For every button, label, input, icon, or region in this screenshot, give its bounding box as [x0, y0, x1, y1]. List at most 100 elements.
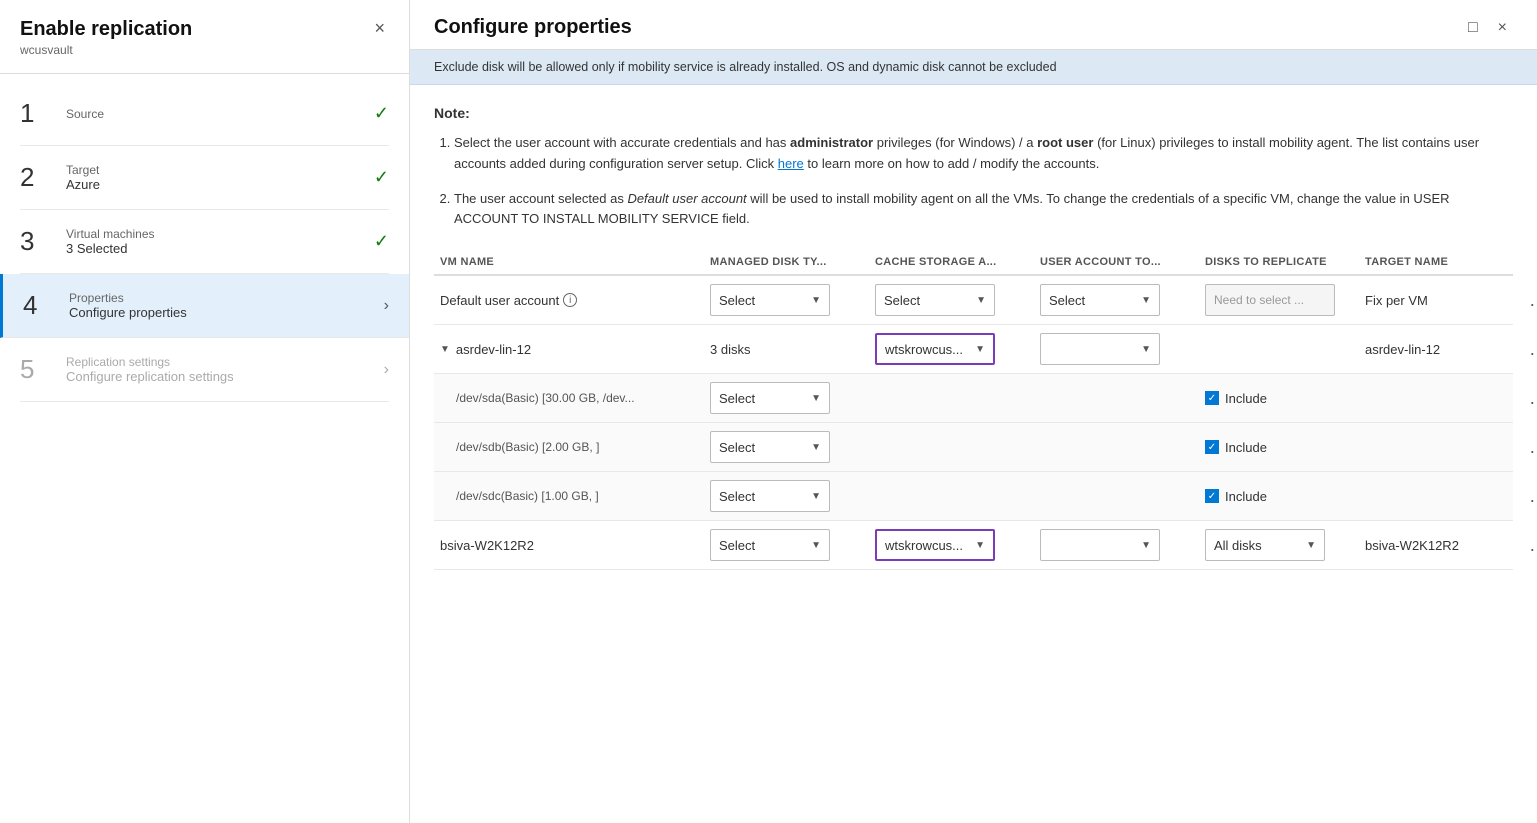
col-vm-name: VM NAME [434, 256, 704, 268]
checkbox-sdc[interactable]: ✓ [1205, 489, 1219, 503]
managed-disk-select-default[interactable]: Select ▼ [710, 284, 830, 316]
managed-disk-value-sda: Select [719, 391, 755, 406]
info-bar: Exclude disk will be allowed only if mob… [410, 50, 1537, 85]
more-actions-sdb[interactable]: … [1525, 437, 1537, 458]
managed-disk-select-sdc[interactable]: Select ▼ [710, 480, 830, 512]
right-close-button[interactable]: × [1492, 17, 1513, 39]
right-header-buttons: □ × [1462, 17, 1513, 39]
user-account-select-default[interactable]: Select ▼ [1040, 284, 1160, 316]
more-actions-bsiva[interactable]: … [1525, 535, 1537, 556]
managed-disk-sdb: Select ▼ [704, 431, 869, 463]
step-sublabel-2: Azure [66, 177, 374, 192]
managed-disk-value-sdb: Select [719, 440, 755, 455]
managed-disk-arrow-sdb: ▼ [811, 442, 821, 453]
actions-bsiva: … [1519, 535, 1537, 556]
disk-count-asrdev: 3 disks [710, 342, 750, 357]
vm-name-default: Default user account i [434, 293, 704, 308]
disks-select-bsiva[interactable]: All disks ▼ [1205, 529, 1325, 561]
managed-disk-select-sdb[interactable]: Select ▼ [710, 431, 830, 463]
managed-disk-default: Select ▼ [704, 284, 869, 316]
disk-name-sda: /dev/sda(Basic) [30.00 GB, /dev... [434, 391, 704, 405]
managed-disk-bsiva: Select ▼ [704, 529, 869, 561]
step-sublabel-3: 3 Selected [66, 241, 374, 256]
left-divider [0, 73, 409, 74]
panel-subtitle: wcusvault [20, 43, 192, 57]
include-sdc: ✓ Include [1199, 489, 1359, 504]
step-check-2: ✓ [374, 167, 389, 188]
user-account-select-bsiva[interactable]: ▼ [1040, 529, 1160, 561]
step-info-1: Source [66, 107, 374, 121]
table-row-disk-sdb: /dev/sdb(Basic) [2.00 GB, ] Select ▼ ✓ I… [434, 423, 1513, 472]
cache-storage-arrow-default: ▼ [976, 295, 986, 306]
include-label-sda: Include [1225, 391, 1267, 406]
managed-disk-select-sda[interactable]: Select ▼ [710, 382, 830, 414]
managed-disk-arrow-bsiva: ▼ [811, 540, 821, 551]
checkbox-sda[interactable]: ✓ [1205, 391, 1219, 405]
user-account-select-asrdev[interactable]: ▼ [1040, 333, 1160, 365]
collapse-icon-asrdev[interactable]: ▼ [440, 344, 450, 355]
col-actions-header [1519, 256, 1537, 268]
right-header: Configure properties □ × [410, 0, 1537, 50]
step-item-source[interactable]: 1 Source ✓ [20, 82, 389, 146]
step-item-properties[interactable]: 4 Properties Configure properties › [0, 274, 409, 338]
cache-storage-default: Select ▼ [869, 284, 1034, 316]
step-item-target[interactable]: 2 Target Azure ✓ [20, 146, 389, 210]
user-account-asrdev: ▼ [1034, 333, 1199, 365]
note-item-2: The user account selected as Default use… [454, 189, 1513, 231]
table-row-default: Default user account i Select ▼ Select ▼ [434, 276, 1513, 325]
left-close-button[interactable]: × [370, 18, 389, 39]
managed-disk-sda: Select ▼ [704, 382, 869, 414]
step-sublabel-4: Configure properties [69, 305, 384, 320]
right-title: Configure properties [434, 16, 632, 39]
left-header-text: Enable replication wcusvault [20, 18, 192, 57]
table-row-vm-asrdev: ▼ asrdev-lin-12 3 disks wtskrowcus... ▼ [434, 325, 1513, 374]
cache-storage-select-bsiva[interactable]: wtskrowcus... ▼ [875, 529, 995, 561]
managed-disk-value-default: Select [719, 293, 755, 308]
table-row-vm-bsiva: bsiva-W2K12R2 Select ▼ wtskrowcus... ▼ [434, 521, 1513, 570]
cache-storage-select-default[interactable]: Select ▼ [875, 284, 995, 316]
more-actions-default[interactable]: … [1525, 290, 1537, 311]
table-header: VM NAME MANAGED DISK TY... CACHE STORAGE… [434, 250, 1513, 276]
note-list: Select the user account with accurate cr… [434, 133, 1513, 230]
managed-disk-select-bsiva[interactable]: Select ▼ [710, 529, 830, 561]
disks-bsiva: All disks ▼ [1199, 529, 1359, 561]
step-arrow-5: › [384, 361, 389, 379]
disk-label-sdc: /dev/sdc(Basic) [1.00 GB, ] [440, 489, 599, 503]
user-account-bsiva: ▼ [1034, 529, 1199, 561]
info-icon-default[interactable]: i [563, 293, 577, 307]
user-account-arrow-asrdev: ▼ [1141, 344, 1151, 355]
default-account-label: Default user account [440, 293, 559, 308]
vm-name-asrdev: ▼ asrdev-lin-12 [434, 342, 704, 357]
cache-storage-asrdev: wtskrowcus... ▼ [869, 333, 1034, 365]
target-default: Fix per VM [1359, 293, 1519, 308]
step-list: 1 Source ✓ 2 Target Azure ✓ 3 Virtual ma… [0, 82, 409, 402]
more-actions-sdc[interactable]: … [1525, 486, 1537, 507]
step-check-1: ✓ [374, 103, 389, 124]
step-sublabel-5: Configure replication settings [66, 369, 384, 384]
vm-name-label-bsiva: bsiva-W2K12R2 [440, 538, 534, 553]
more-actions-asrdev[interactable]: … [1525, 339, 1537, 360]
disks-default: Need to select ... [1199, 284, 1359, 316]
fix-per-vm-label: Fix per VM [1365, 293, 1428, 308]
cache-storage-arrow-asrdev: ▼ [975, 344, 985, 355]
disks-arrow-bsiva: ▼ [1306, 540, 1316, 551]
minimize-button[interactable]: □ [1462, 17, 1484, 39]
actions-default: … [1519, 290, 1537, 311]
step-label-3: Virtual machines [66, 227, 374, 241]
include-sda: ✓ Include [1199, 391, 1359, 406]
actions-sda: … [1519, 388, 1537, 409]
left-header: Enable replication wcusvault × [0, 0, 409, 65]
cache-storage-select-asrdev[interactable]: wtskrowcus... ▼ [875, 333, 995, 365]
checkbox-sdb[interactable]: ✓ [1205, 440, 1219, 454]
step-info-2: Target Azure [66, 163, 374, 192]
right-panel: Configure properties □ × Exclude disk wi… [410, 0, 1537, 823]
step-label-4: Properties [69, 291, 384, 305]
cache-storage-value-default: Select [884, 293, 920, 308]
actions-sdc: … [1519, 486, 1537, 507]
here-link[interactable]: here [778, 156, 804, 171]
col-user-account: USER ACCOUNT TO... [1034, 256, 1199, 268]
step-item-vms[interactable]: 3 Virtual machines 3 Selected ✓ [20, 210, 389, 274]
managed-disk-sdc: Select ▼ [704, 480, 869, 512]
target-bsiva: bsiva-W2K12R2 [1359, 538, 1519, 553]
more-actions-sda[interactable]: … [1525, 388, 1537, 409]
